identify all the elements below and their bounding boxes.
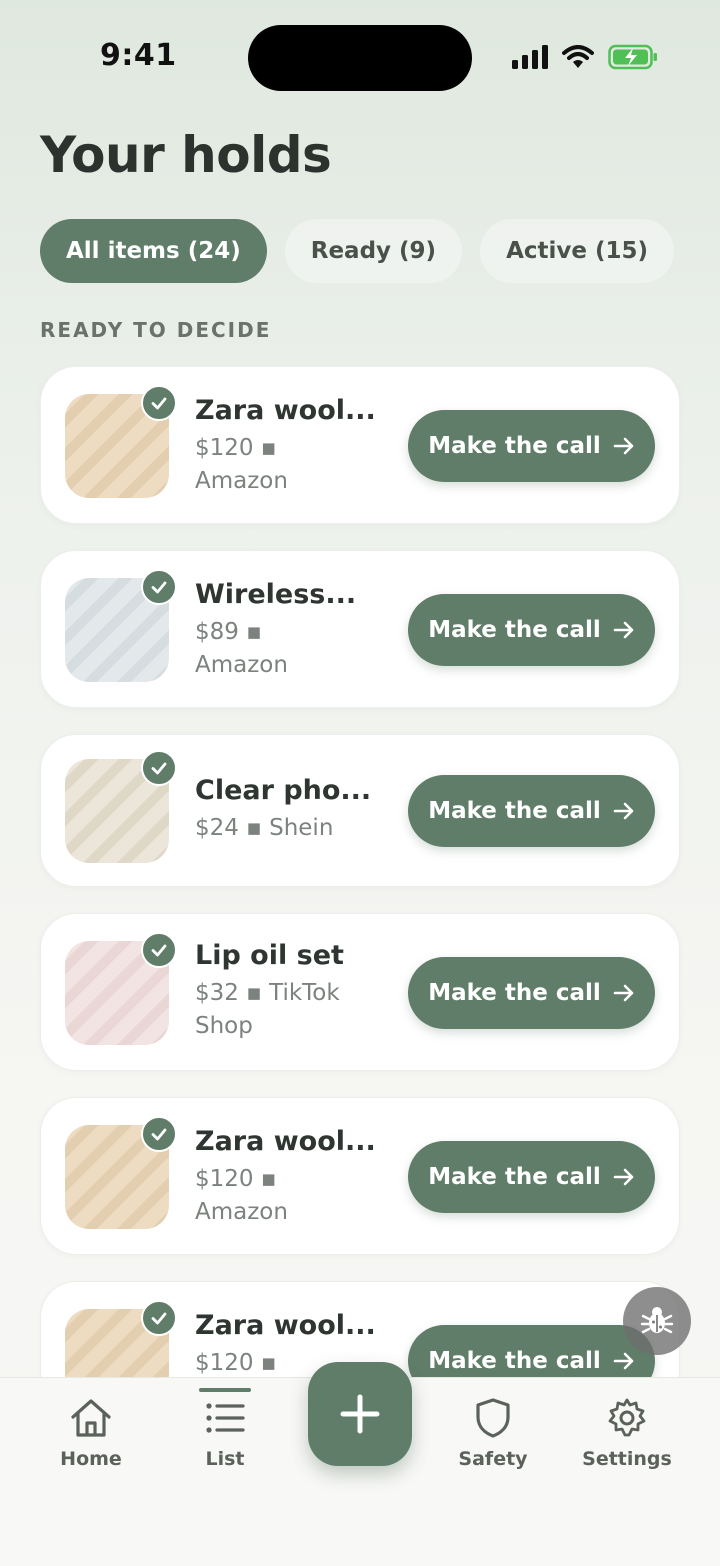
make-the-call-button[interactable]: Make the call [408, 594, 655, 666]
list-item[interactable]: Wireless... $89 ▪ Amazon Make the call [40, 550, 680, 708]
button-label: Make the call [428, 980, 601, 1006]
status-bar: 9:41 [0, 0, 720, 110]
active-tab-indicator [199, 1388, 251, 1392]
arrow-right-icon [613, 802, 634, 820]
item-info: Lip oil set $32 ▪ TikTok Shop [195, 940, 395, 1043]
arrow-right-icon [613, 437, 634, 455]
item-name: Zara wool... [195, 1310, 376, 1341]
nav-settings-label: Settings [582, 1448, 672, 1470]
dynamic-island [248, 25, 472, 91]
item-name: Clear pho... [195, 775, 372, 806]
home-icon [71, 1399, 111, 1437]
make-the-call-button[interactable]: Make the call [408, 1141, 655, 1213]
item-store: Amazon [195, 468, 288, 494]
item-price-store: $32 ▪ TikTok [195, 980, 340, 1006]
item-meta: $24 ▪ Shein [195, 812, 395, 845]
item-store: Amazon [195, 652, 288, 678]
check-icon [141, 569, 177, 605]
make-the-call-button[interactable]: Make the call [408, 410, 655, 482]
item-name: Wireless... [195, 579, 357, 610]
item-meta: $89 ▪ Amazon [195, 616, 395, 682]
item-price-store: $120 ▪ [195, 435, 277, 461]
holds-list: Zara wool... $120 ▪ Amazon Make the call… [40, 366, 680, 1465]
item-info: Zara wool... $120 ▪ Amazon [195, 1126, 395, 1229]
item-meta: $120 ▪ Amazon [195, 432, 395, 498]
item-meta: $120 ▪ Amazon [195, 1163, 395, 1229]
signal-icon [512, 45, 548, 69]
arrow-right-icon [613, 1352, 634, 1370]
check-icon [141, 932, 177, 968]
tab-ready[interactable]: Ready (9) [284, 219, 463, 283]
item-info: Wireless... $89 ▪ Amazon [195, 579, 395, 682]
add-hold-button[interactable] [308, 1362, 412, 1466]
page-title: Your holds [40, 126, 332, 184]
button-label: Make the call [428, 1348, 601, 1374]
button-label: Make the call [428, 433, 601, 459]
check-icon [141, 1300, 177, 1336]
shield-icon [476, 1398, 510, 1438]
item-store: Amazon [195, 1199, 288, 1225]
make-the-call-button[interactable]: Make the call [408, 775, 655, 847]
nav-home-label: Home [60, 1448, 122, 1470]
plus-icon [340, 1394, 380, 1434]
arrow-right-icon [613, 621, 634, 639]
filter-tabs: All items (24) Ready (9) Active (15) [40, 219, 675, 283]
make-the-call-button[interactable]: Make the call [408, 957, 655, 1029]
arrow-right-icon [613, 1168, 634, 1186]
bug-icon [640, 1307, 674, 1334]
item-price-store: $89 ▪ [195, 619, 262, 645]
item-name: Zara wool... [195, 395, 376, 426]
list-item[interactable]: Zara wool... $120 ▪ Amazon Make the call [40, 1097, 680, 1255]
button-label: Make the call [428, 1164, 601, 1190]
check-icon [141, 1116, 177, 1152]
status-time: 9:41 [100, 38, 177, 73]
item-meta: $32 ▪ TikTok Shop [195, 977, 395, 1043]
battery-charging-icon [608, 44, 657, 70]
wifi-icon [562, 45, 594, 68]
item-price-store: $24 ▪ Shein [195, 815, 334, 841]
check-icon [141, 750, 177, 786]
list-icon [206, 1403, 245, 1433]
tab-active[interactable]: Active (15) [480, 219, 675, 283]
arrow-right-icon [613, 984, 634, 1002]
nav-safety-label: Safety [458, 1448, 528, 1470]
nav-home[interactable]: Home [36, 1396, 146, 1470]
status-icons [512, 44, 658, 70]
item-name: Zara wool... [195, 1126, 376, 1157]
check-icon [141, 385, 177, 421]
list-item[interactable]: Lip oil set $32 ▪ TikTok Shop Make the c… [40, 913, 680, 1071]
list-item[interactable]: Clear pho... $24 ▪ Shein Make the call [40, 734, 680, 887]
gear-icon [608, 1398, 646, 1437]
item-info: Zara wool... $120 ▪ Amazon [195, 395, 395, 498]
item-info: Clear pho... $24 ▪ Shein [195, 775, 395, 845]
nav-settings[interactable]: Settings [572, 1396, 682, 1470]
item-price-store: $120 ▪ [195, 1166, 277, 1192]
nav-list-label: List [205, 1448, 245, 1470]
button-label: Make the call [428, 798, 601, 824]
nav-safety[interactable]: Safety [438, 1396, 548, 1470]
item-name: Lip oil set [195, 940, 344, 971]
list-item[interactable]: Zara wool... $120 ▪ Amazon Make the call [40, 366, 680, 524]
section-label: READY TO DECIDE [40, 318, 272, 342]
item-store: Shop [195, 1013, 253, 1039]
tab-all-items[interactable]: All items (24) [40, 219, 267, 283]
nav-list[interactable]: List [170, 1388, 280, 1470]
debug-button[interactable] [623, 1287, 691, 1355]
button-label: Make the call [428, 617, 601, 643]
